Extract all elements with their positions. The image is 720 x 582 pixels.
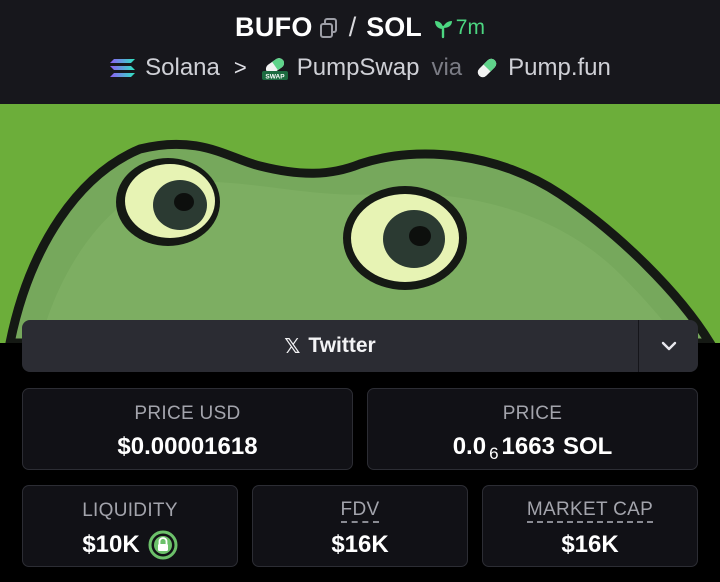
price-unit: SOL	[562, 433, 613, 460]
more-socials-button[interactable]	[638, 320, 698, 372]
price-native-label: PRICE	[502, 403, 563, 424]
quote-token-symbol: SOL	[366, 12, 422, 42]
liquidity-label: LIQUIDITY	[82, 500, 178, 521]
fdv-value: $16K	[331, 531, 389, 558]
breadcrumb-chevron-icon: >	[233, 55, 247, 80]
breadcrumb-chain[interactable]: Solana	[145, 54, 220, 82]
fdv-label[interactable]: FDV	[340, 500, 380, 523]
fdv-card: FDV $16K	[252, 485, 468, 567]
socials-bar: 𝕏 Twitter	[22, 320, 698, 372]
liquidity-value-row: $10K	[82, 530, 178, 560]
market-cap-label[interactable]: MARKET CAP	[526, 500, 654, 523]
market-cap-value: $16K	[561, 531, 619, 558]
liquidity-value: $10K	[82, 531, 140, 558]
token-banner-image	[0, 104, 720, 343]
pair-separator: /	[348, 12, 357, 42]
twitter-label: Twitter	[308, 334, 376, 357]
price-usd-label: PRICE USD	[134, 403, 241, 424]
price-prefix: 0.0	[452, 433, 487, 460]
pair-age: 7m	[432, 16, 485, 40]
solana-icon	[109, 57, 137, 79]
x-icon: 𝕏	[284, 335, 301, 358]
pair-title: BUFO / SOL 7m	[0, 12, 720, 43]
market-cap-card: MARKET CAP $16K	[482, 485, 698, 567]
price-digits: 1663	[501, 433, 555, 460]
bufo-frog-illustration	[0, 104, 720, 343]
svg-text:SWAP: SWAP	[265, 74, 285, 81]
price-zero-count: 6	[489, 444, 499, 463]
copy-icon[interactable]	[319, 17, 339, 39]
twitter-button[interactable]: 𝕏 Twitter	[22, 320, 638, 372]
pair-header: BUFO / SOL 7m Solana > SWAP PumpSwap via…	[0, 0, 720, 104]
breadcrumb-launchpad[interactable]: Pump.fun	[508, 54, 611, 82]
pair-age-text: 7m	[455, 15, 485, 39]
sprout-icon	[432, 17, 454, 39]
lock-icon[interactable]	[148, 530, 178, 560]
pumpswap-icon: SWAP	[261, 54, 289, 82]
breadcrumb: Solana > SWAP PumpSwap via Pump.fun	[0, 54, 720, 82]
chevron-down-icon	[661, 341, 676, 351]
price-native-value: 0.0 6 1663 SOL	[452, 433, 613, 463]
pill-icon	[474, 55, 500, 81]
price-native-card: PRICE 0.0 6 1663 SOL	[367, 388, 698, 470]
breadcrumb-dex[interactable]: PumpSwap	[297, 54, 420, 82]
price-usd-value: $0.00001618	[117, 433, 258, 460]
liquidity-card: LIQUIDITY $10K	[22, 485, 238, 567]
base-token-symbol: BUFO	[235, 12, 313, 42]
breadcrumb-via: via	[431, 54, 463, 81]
price-usd-card: PRICE USD $0.00001618	[22, 388, 353, 470]
